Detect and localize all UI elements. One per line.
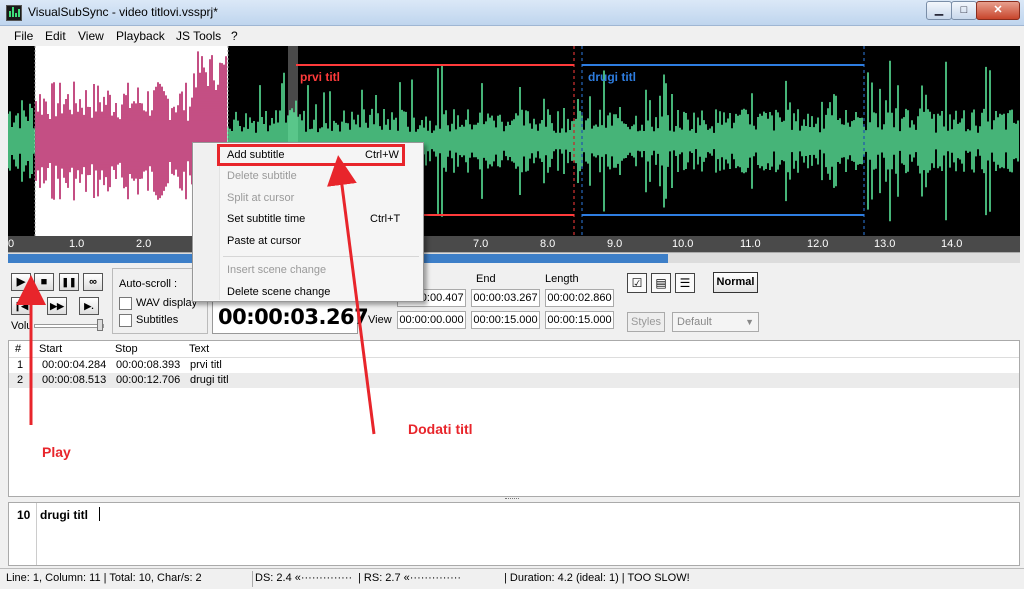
add-subtitle-arrow — [327, 155, 376, 435]
annotation-arrows — [15, 155, 376, 435]
add-annotation: Dodati titl — [408, 421, 473, 437]
play-annotation: Play — [42, 444, 71, 460]
